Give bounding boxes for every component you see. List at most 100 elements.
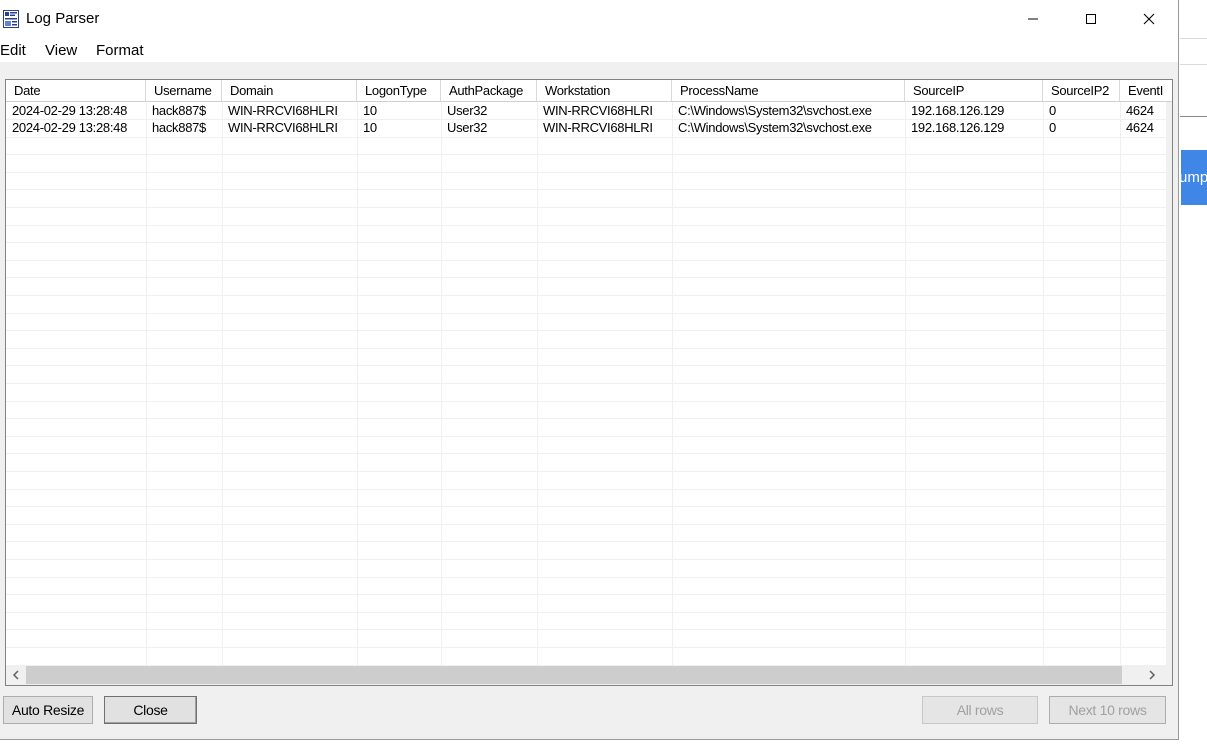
column-header-sourceip[interactable]: SourceIP — [905, 80, 1043, 101]
grid-column-line — [1043, 102, 1044, 666]
background-divider — [1180, 38, 1207, 39]
chevron-left-icon[interactable] — [6, 665, 26, 685]
log-parser-window: Log Parser Edit View Format Date Usernam… — [0, 0, 1179, 740]
cell-date: 2024-02-29 13:28:48 — [12, 103, 128, 118]
grid-row-line — [6, 647, 1166, 648]
window-title: Log Parser — [26, 10, 100, 27]
grid-row-line — [6, 383, 1166, 384]
grid-row-line — [6, 629, 1166, 630]
menu-view[interactable]: View — [45, 42, 77, 59]
results-list-view[interactable]: Date Username Domain LogonType AuthPacka… — [5, 79, 1173, 686]
grid-column-line — [146, 102, 147, 666]
close-button[interactable]: Close — [104, 696, 197, 724]
grid-row-line — [6, 225, 1166, 226]
cell-username: hack887$ — [152, 103, 206, 118]
cell-domain: WIN-RRCVI68HLRI — [228, 120, 338, 135]
grid-row-line — [6, 207, 1166, 208]
menu-edit[interactable]: Edit — [0, 42, 26, 59]
grid-row-line — [6, 612, 1166, 613]
cell-sourceip: 192.168.126.129 — [911, 120, 1005, 135]
grid-row-line — [6, 137, 1166, 138]
grid-row-line — [6, 471, 1166, 472]
close-icon — [1143, 13, 1155, 28]
background-action-button[interactable]: ump — [1181, 150, 1207, 205]
cell-sourceip: 192.168.126.129 — [911, 103, 1005, 118]
cell-authpackage: User32 — [447, 120, 488, 135]
chevron-right-icon[interactable] — [1142, 665, 1162, 685]
all-rows-button[interactable]: All rows — [922, 696, 1038, 724]
grid-row-line — [6, 260, 1166, 261]
cell-sourceip2: 0 — [1049, 120, 1056, 135]
minimize-button[interactable] — [1004, 0, 1062, 40]
grid-row-line — [6, 330, 1166, 331]
grid-row-line — [6, 313, 1166, 314]
column-header-domain[interactable]: Domain — [222, 80, 357, 101]
grid-row-line — [6, 365, 1166, 366]
cell-authpackage: User32 — [447, 103, 488, 118]
grid-row-line — [6, 154, 1166, 155]
table-row[interactable]: 2024-02-29 13:28:48 hack887$ WIN-RRCVI68… — [6, 119, 1166, 136]
column-header-eventid[interactable]: EventI — [1120, 80, 1172, 101]
cell-eventid: 4624 — [1126, 103, 1154, 118]
background-divider — [1180, 64, 1207, 65]
grid-column-line — [905, 102, 906, 666]
close-window-button[interactable] — [1120, 0, 1178, 40]
horizontal-scrollbar[interactable] — [6, 665, 1172, 685]
column-header-sourceip2[interactable]: SourceIP2 — [1043, 80, 1120, 101]
cell-eventid: 4624 — [1126, 120, 1154, 135]
app-icon — [3, 10, 19, 28]
table-row[interactable]: 2024-02-29 13:28:48 hack887$ WIN-RRCVI68… — [6, 102, 1166, 119]
grid-row-line — [6, 594, 1166, 595]
grid-column-line — [537, 102, 538, 666]
grid-row-line — [6, 489, 1166, 490]
cell-logontype: 10 — [363, 120, 377, 135]
maximize-icon — [1085, 13, 1097, 28]
cell-date: 2024-02-29 13:28:48 — [12, 120, 128, 135]
grid-row-line — [6, 348, 1166, 349]
grid-column-line — [357, 102, 358, 666]
cell-workstation: WIN-RRCVI68HLRI — [543, 120, 653, 135]
grid-column-line — [672, 102, 673, 666]
grid-row-line — [6, 453, 1166, 454]
grid-row-line — [6, 577, 1166, 578]
scrollbar-thumb[interactable] — [26, 666, 1122, 684]
menu-format[interactable]: Format — [96, 42, 144, 59]
cell-workstation: WIN-RRCVI68HLRI — [543, 103, 653, 118]
grid-row-line — [6, 436, 1166, 437]
next-10-rows-button[interactable]: Next 10 rows — [1049, 696, 1166, 724]
column-header-workstation[interactable]: Workstation — [537, 80, 672, 101]
auto-resize-button[interactable]: Auto Resize — [3, 696, 93, 724]
column-header-logontype[interactable]: LogonType — [357, 80, 441, 101]
background-button-label: ump — [1181, 169, 1207, 186]
grid-row-line — [6, 295, 1166, 296]
grid-row-line — [6, 277, 1166, 278]
cell-sourceip2: 0 — [1049, 103, 1056, 118]
column-header-processname[interactable]: ProcessName — [672, 80, 905, 101]
cell-logontype: 10 — [363, 103, 377, 118]
menu-bar: Edit View Format — [0, 40, 1178, 62]
column-header-username[interactable]: Username — [146, 80, 222, 101]
column-header-row: Date Username Domain LogonType AuthPacka… — [6, 80, 1172, 102]
background-divider — [1180, 116, 1207, 117]
grid-column-line — [1120, 102, 1121, 666]
grid-row-line — [6, 401, 1166, 402]
maximize-button[interactable] — [1062, 0, 1120, 40]
cell-processname: C:\Windows\System32\svchost.exe — [678, 103, 872, 118]
grid-column-line — [222, 102, 223, 666]
title-bar[interactable]: Log Parser — [0, 0, 1178, 40]
grid-row-line — [6, 172, 1166, 173]
grid-row-line — [6, 418, 1166, 419]
cell-processname: C:\Windows\System32\svchost.exe — [678, 120, 872, 135]
minimize-icon — [1027, 13, 1039, 28]
background-window — [1180, 0, 1207, 755]
grid-row-line — [6, 242, 1166, 243]
grid-row-line — [6, 541, 1166, 542]
cell-username: hack887$ — [152, 120, 206, 135]
column-header-date[interactable]: Date — [6, 80, 146, 101]
grid-row-line — [6, 506, 1166, 507]
column-header-authpackage[interactable]: AuthPackage — [441, 80, 537, 101]
grid-row-line — [6, 189, 1166, 190]
grid-column-line — [441, 102, 442, 666]
cell-domain: WIN-RRCVI68HLRI — [228, 103, 338, 118]
vertical-scroll-strip — [1166, 102, 1172, 666]
